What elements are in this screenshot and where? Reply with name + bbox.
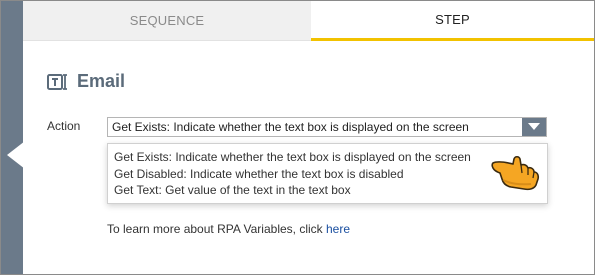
action-select-value: Get Exists: Indicate whether the text bo… (112, 120, 469, 134)
action-dropdown-list: Get Exists: Indicate whether the text bo… (107, 143, 548, 204)
dropdown-option-get-disabled[interactable]: Get Disabled: Indicate whether the text … (108, 166, 547, 183)
step-panel: SEQUENCE STEP Email Action Get Exists: I… (23, 1, 594, 274)
text-field-icon (47, 73, 67, 90)
action-select[interactable]: Get Exists: Indicate whether the text bo… (107, 117, 547, 137)
tab-sequence[interactable]: SEQUENCE (23, 1, 311, 41)
dropdown-option-get-exists[interactable]: Get Exists: Indicate whether the text bo… (108, 149, 547, 166)
page-title: Email (77, 71, 126, 91)
tab-step[interactable]: STEP (311, 1, 594, 41)
rpa-variables-hint: To learn more about RPA Variables, click… (107, 222, 350, 236)
hand-cursor-icon (491, 155, 540, 191)
tab-bar: SEQUENCE STEP (23, 1, 594, 41)
here-link[interactable]: here (326, 222, 350, 236)
dropdown-option-get-text[interactable]: Get Text: Get value of the text in the t… (108, 182, 547, 199)
step-panel-frame: SEQUENCE STEP Email Action Get Exists: I… (0, 0, 595, 275)
action-label: Action (47, 119, 81, 133)
hint-text: To learn more about RPA Variables, click (107, 222, 326, 236)
step-title-row: Email (47, 71, 125, 92)
left-sidebar-strip (1, 1, 23, 274)
chevron-down-icon[interactable] (522, 118, 546, 136)
